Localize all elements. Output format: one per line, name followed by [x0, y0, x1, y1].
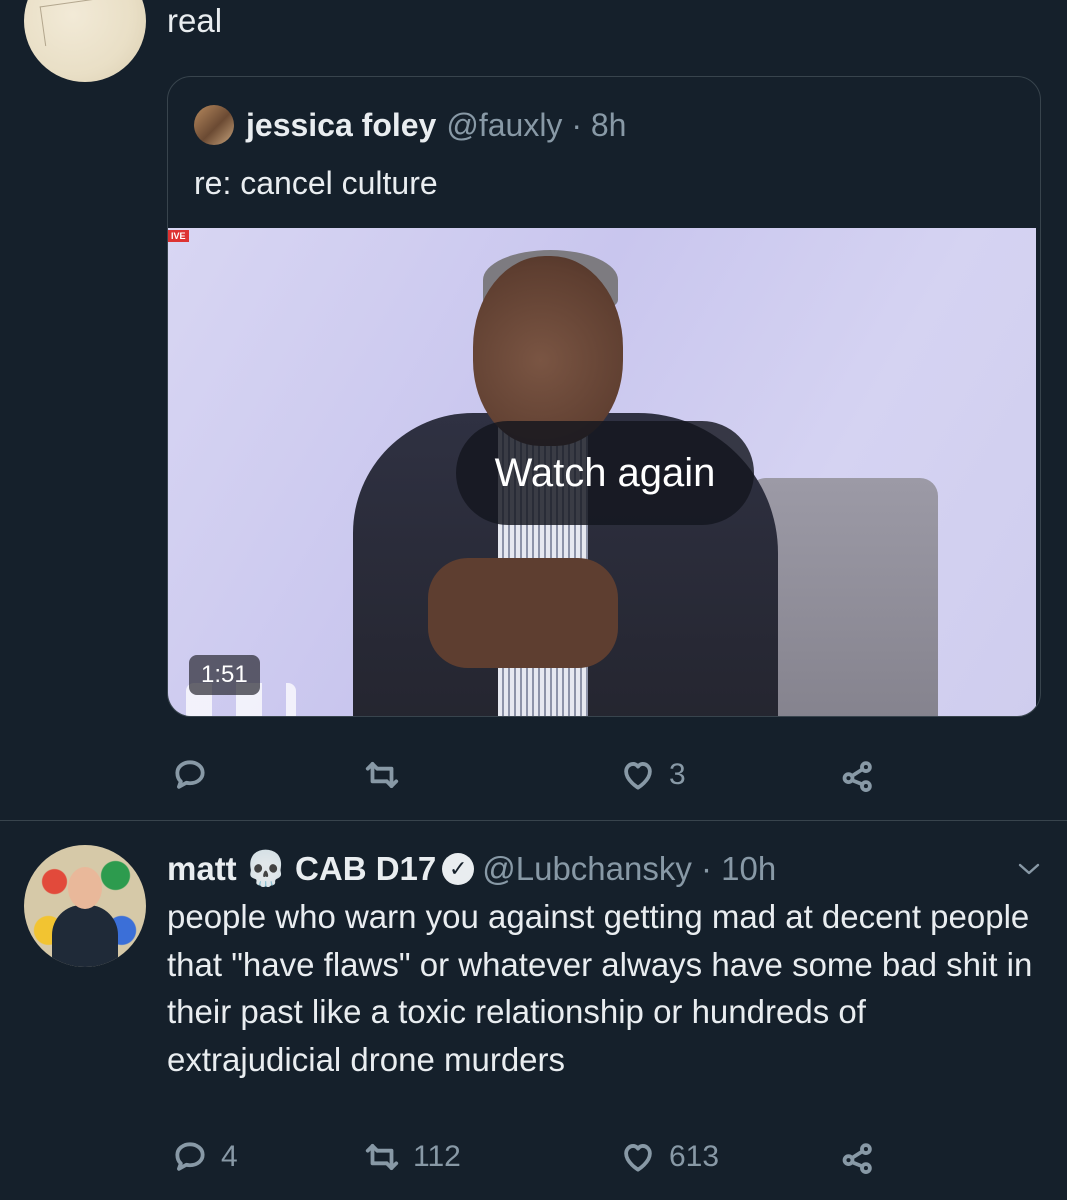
quoted-author-name[interactable]: jessica foley — [246, 107, 436, 144]
retweet-icon — [365, 762, 399, 788]
author-name[interactable]: matt — [167, 850, 237, 888]
tweet-actions: 4 112 613 — [167, 1132, 887, 1182]
video-head — [473, 256, 623, 446]
video-duration-badge: 1:51 — [189, 655, 260, 695]
chevron-down-icon[interactable] — [1014, 857, 1044, 881]
verified-badge-icon: ✓ — [442, 853, 475, 885]
reply-button[interactable] — [171, 756, 209, 794]
share-icon — [842, 1143, 872, 1174]
quoted-avatar[interactable] — [194, 105, 234, 145]
retweet-icon — [365, 1144, 399, 1170]
video-hands — [428, 558, 618, 668]
heart-icon — [624, 1144, 652, 1172]
reply-count: 4 — [221, 1140, 238, 1173]
author-handle: @Lubchansky · 10h — [482, 850, 777, 887]
tweet-text: real — [167, 2, 223, 39]
like-count: 3 — [669, 758, 686, 791]
share-button[interactable] — [839, 1138, 877, 1176]
avatar-torso — [52, 905, 118, 967]
watch-again-button[interactable]: Watch again — [456, 421, 754, 525]
like-count: 613 — [669, 1140, 720, 1173]
heart-icon — [624, 762, 652, 790]
share-icon — [842, 761, 872, 792]
tweet-header: matt 💀 CAB D17 ✓ @Lubchansky · 10h — [167, 845, 776, 893]
timeline: real jessica foley @fauxly · 8h re: canc… — [0, 0, 1067, 1200]
retweet-count: 112 — [413, 1140, 461, 1173]
author-name-suffix[interactable]: CAB D17 — [295, 850, 436, 888]
live-tag: IVE — [168, 230, 189, 242]
retweet-button[interactable] — [363, 756, 401, 794]
avatar-face — [68, 867, 102, 909]
quoted-tweet-card[interactable]: jessica foley @fauxly · 8h re: cancel cu… — [167, 76, 1041, 717]
tweet-actions: 3 — [167, 750, 887, 800]
retweet-button[interactable]: 112 — [363, 1138, 461, 1176]
tweet-text: people who warn you against getting mad … — [167, 898, 1033, 1078]
quoted-tweet-text: re: cancel culture — [194, 165, 438, 201]
video-player[interactable]: IVE Watch again 1:51 — [168, 228, 1036, 716]
share-button[interactable] — [839, 756, 877, 794]
quoted-tweet-header: jessica foley @fauxly · 8h — [194, 105, 626, 145]
quoted-author-handle: @fauxly · 8h — [446, 106, 627, 143]
avatar[interactable] — [24, 0, 146, 82]
reply-icon — [175, 760, 205, 789]
like-button[interactable]: 3 — [619, 756, 686, 794]
avatar[interactable] — [24, 845, 146, 967]
like-button[interactable]: 613 — [619, 1138, 719, 1176]
reply-icon — [175, 1142, 205, 1171]
skull-emoji: 💀 — [244, 850, 288, 888]
tweet-divider — [0, 820, 1067, 821]
avatar-drawing — [39, 0, 135, 47]
reply-button[interactable]: 4 — [171, 1138, 238, 1176]
